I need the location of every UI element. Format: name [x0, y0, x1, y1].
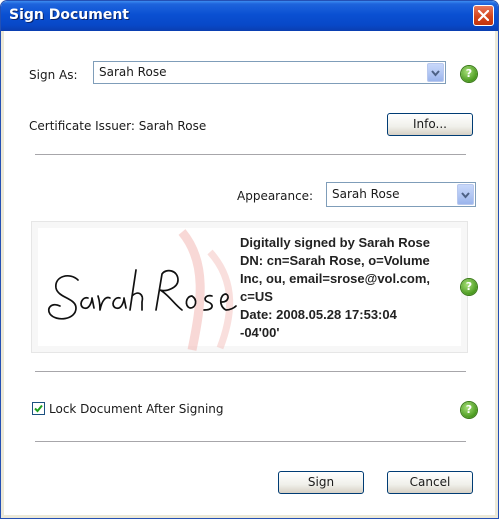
signature-details: Digitally signed by Sarah Rose DN: cn=Sa…	[240, 234, 466, 342]
help-icon[interactable]: ?	[461, 66, 477, 82]
sign-as-label: Sign As:	[29, 68, 78, 82]
checkmark-icon	[34, 404, 43, 413]
dialog-body: Sign As: Sarah Rose ? Certificate Issuer…	[4, 31, 495, 515]
signature-line: DN: cn=Sarah Rose, o=Volume	[240, 253, 430, 268]
certificate-issuer-text: Certificate Issuer: Sarah Rose	[29, 119, 207, 133]
sign-document-dialog: Sign Document Sign As: Sarah Rose ? Cert…	[0, 0, 499, 519]
close-icon	[478, 10, 489, 21]
sign-button[interactable]: Sign	[278, 471, 364, 494]
sign-as-dropdown[interactable]: Sarah Rose	[93, 61, 446, 84]
dialog-title: Sign Document	[9, 7, 129, 23]
chevron-down-icon	[431, 70, 440, 77]
signature-line: -04'00'	[240, 325, 280, 340]
signature-line: Date: 2008.05.28 17:53:04	[240, 307, 397, 322]
help-icon[interactable]: ?	[461, 279, 477, 295]
cancel-button[interactable]: Cancel	[387, 471, 473, 494]
signature-line: Inc, ou, email=srose@vol.com,	[240, 271, 431, 286]
separator	[35, 371, 466, 373]
lock-document-checkbox[interactable]	[32, 402, 45, 415]
separator	[35, 154, 466, 156]
appearance-label: Appearance:	[237, 189, 314, 203]
info-button[interactable]: Info...	[387, 113, 473, 136]
separator	[35, 441, 466, 443]
sign-as-value: Sarah Rose	[99, 65, 167, 79]
sign-as-dropdown-button[interactable]	[427, 63, 444, 82]
handwritten-signature	[47, 269, 237, 320]
signature-line: Digitally signed by Sarah Rose	[240, 235, 430, 250]
help-icon[interactable]: ?	[461, 402, 477, 418]
appearance-dropdown-button[interactable]	[457, 184, 474, 205]
appearance-dropdown[interactable]: Sarah Rose	[326, 182, 476, 207]
appearance-value: Sarah Rose	[332, 187, 400, 201]
signature-line: c=US	[240, 289, 273, 304]
close-button[interactable]	[473, 5, 494, 26]
signature-preview: Digitally signed by Sarah Rose DN: cn=Sa…	[31, 221, 468, 353]
title-bar[interactable]: Sign Document	[1, 1, 498, 31]
chevron-down-icon	[461, 192, 470, 199]
lock-document-label[interactable]: Lock Document After Signing	[49, 402, 224, 416]
